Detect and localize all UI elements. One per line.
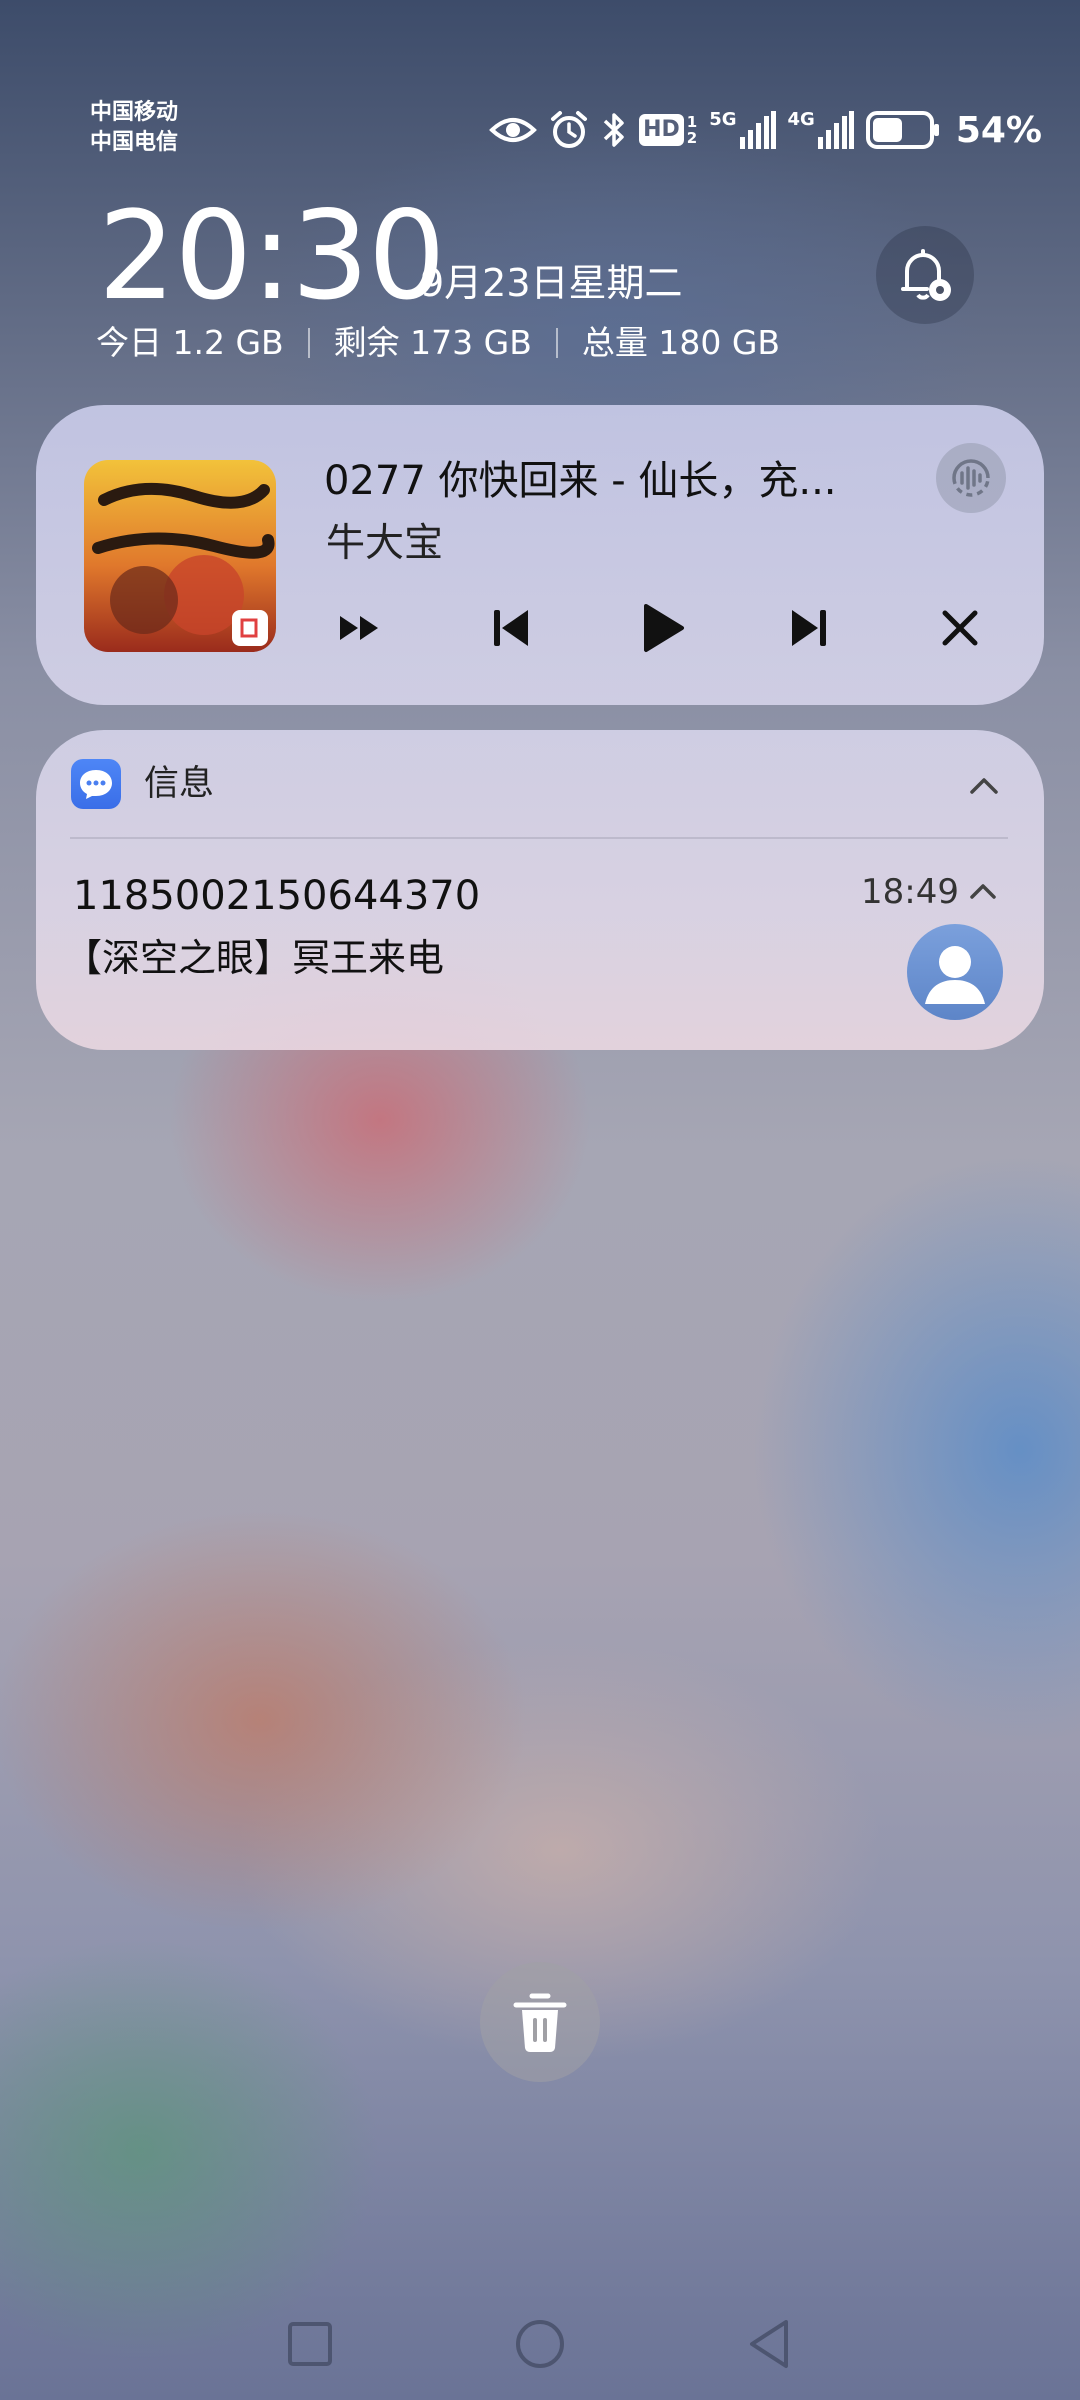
bluetooth-icon [603,113,624,147]
carrier-info: 中国移动 中国电信 [90,98,178,158]
clock-time: 20:30 [98,185,446,327]
battery-percentage: 54% [955,109,1042,151]
storage-today: 今日 1.2 GB [96,323,284,362]
collapse-message-button[interactable] [966,875,1000,909]
collapse-group-button[interactable] [964,766,1004,806]
home-icon [516,2320,564,2368]
status-icons: HD 1 2 5G 4G 54% [489,104,1042,156]
previous-button[interactable] [478,596,542,660]
trash-icon [513,1993,567,2052]
message-sender: 1185002150644370 [73,873,481,919]
track-title: 0277 你快回来 - 仙长，充... [324,458,837,504]
audio-effect-button[interactable] [936,443,1006,513]
notification-app-name: 信息 [144,764,215,804]
clear-all-button[interactable] [480,1962,600,2082]
chevron-up-icon [970,884,996,899]
message-body: 【深空之眼】冥王来电 [64,936,445,980]
back-icon [750,2320,788,2368]
message-time: 18:49 [861,872,959,912]
recent-apps-button[interactable] [282,2316,338,2372]
hd-sub-1: 1 [686,113,698,131]
speed-icon [340,616,378,640]
carrier-1: 中国移动 [90,100,179,125]
track-artist: 牛大宝 [326,521,444,566]
play-icon [644,604,684,652]
audio-effect-icon [952,459,990,497]
speed-button[interactable] [328,596,392,660]
eye-comfort-icon [489,118,537,142]
hd-sub-2: 2 [686,129,698,147]
avatar [907,924,1003,1020]
alarm-icon [551,111,588,148]
chevron-up-icon [970,778,998,794]
network-type-2: 4G [787,109,815,130]
back-button[interactable] [742,2316,798,2372]
signal-4g-icon: 4G [788,111,854,149]
hd-volte-icon: HD 1 2 [639,114,697,146]
carrier-2: 中国电信 [90,130,179,155]
storage-divider [555,328,558,358]
signal-5g-icon: 5G [709,109,776,149]
next-button[interactable] [778,596,842,660]
notification-settings-button[interactable] [876,226,974,324]
storage-divider [307,328,310,358]
album-cover[interactable] [84,460,276,652]
play-button[interactable] [630,596,694,660]
storage-remaining: 剩余 173 GB [333,323,532,362]
messages-app-icon [71,759,121,809]
storage-total: 总量 180 GB [581,323,781,362]
next-icon [792,610,826,646]
network-type-1: 5G [709,109,737,130]
recent-apps-icon [288,2322,332,2366]
hd-badge: HD [639,114,684,146]
close-icon [942,610,978,646]
previous-icon [494,610,528,646]
home-button[interactable] [512,2316,568,2372]
contact-avatar-icon [925,946,985,1004]
notification-divider [70,837,1008,839]
bell-settings-icon [901,249,951,301]
clock-date: 9月23日星期二 [420,261,683,305]
battery-icon [865,111,939,149]
close-media-button[interactable] [928,596,992,660]
storage-summary: 今日 1.2 GB 剩余 173 GB 总量 180 GB [96,318,780,368]
